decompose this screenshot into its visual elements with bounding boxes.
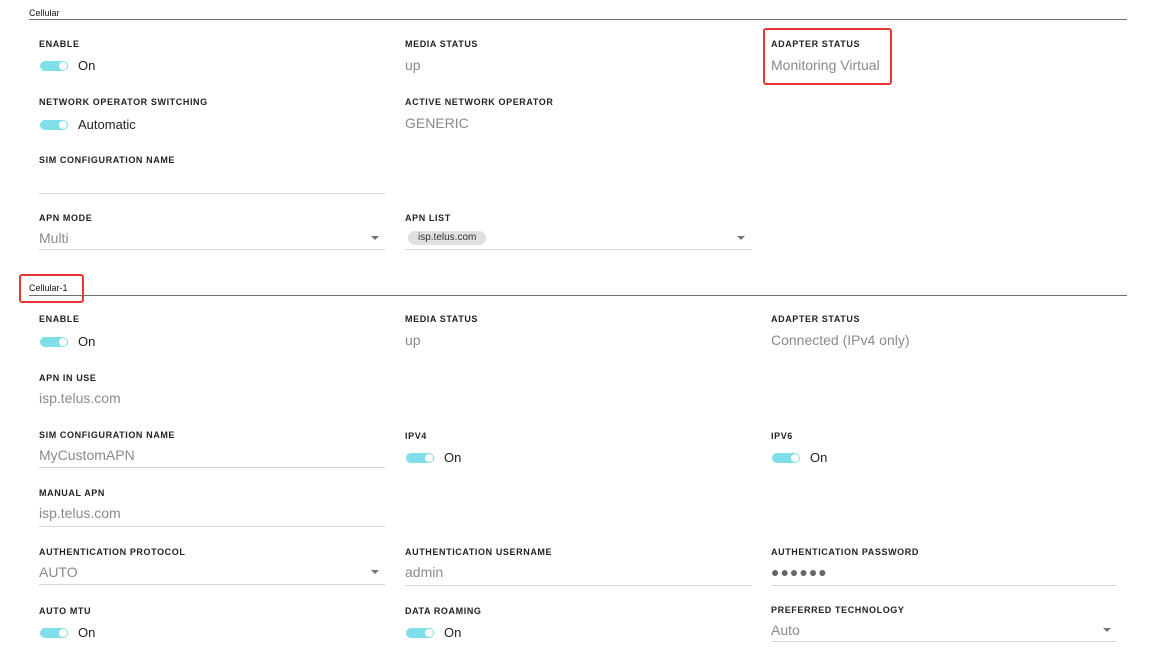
sim-configuration-name-label: SIM CONFIGURATION NAME [39, 430, 176, 440]
adapter-status-value: Monitoring Virtual [771, 57, 880, 73]
authentication-password-input[interactable]: ●●●●●● [771, 564, 1117, 584]
ipv6-toggle[interactable] [772, 453, 800, 463]
chevron-down-icon[interactable] [1103, 628, 1111, 632]
ipv4-toggle[interactable] [406, 453, 434, 463]
enable-state: On [78, 58, 96, 73]
section-divider [29, 19, 1127, 20]
auto-mtu-toggle[interactable] [40, 628, 68, 638]
network-operator-switching-label: NETWORK OPERATOR SWITCHING [39, 97, 208, 107]
section-title-cellular: Cellular [29, 8, 60, 18]
authentication-username-underline [405, 585, 751, 586]
enable-state: On [78, 334, 96, 349]
toggle-knob [59, 121, 67, 129]
manual-apn-underline [39, 526, 385, 527]
enable-label: ENABLE [39, 314, 80, 324]
section-divider [29, 295, 1127, 296]
authentication-username-label: AUTHENTICATION USERNAME [405, 547, 553, 557]
chevron-down-icon[interactable] [737, 236, 745, 240]
authentication-password-underline [771, 585, 1117, 586]
apn-mode-underline [39, 249, 385, 250]
adapter-status-label: ADAPTER STATUS [771, 39, 861, 49]
ipv6-state: On [810, 450, 828, 465]
data-roaming-state: On [444, 625, 462, 640]
media-status-value: up [405, 332, 421, 348]
sim-configuration-name-underline [39, 193, 385, 194]
media-status-label: MEDIA STATUS [405, 314, 479, 324]
chevron-down-icon[interactable] [371, 570, 379, 574]
apn-mode-label: APN MODE [39, 213, 93, 223]
apn-in-use-value: isp.telus.com [39, 390, 121, 406]
authentication-password-label: AUTHENTICATION PASSWORD [771, 547, 919, 557]
active-network-operator-value: GENERIC [405, 115, 469, 131]
sim-configuration-name-underline [39, 467, 385, 468]
ipv4-label: IPV4 [405, 431, 427, 441]
adapter-status-value: Connected (IPv4 only) [771, 332, 910, 348]
active-network-operator-label: ACTIVE NETWORK OPERATOR [405, 97, 554, 107]
data-roaming-toggle[interactable] [406, 628, 434, 638]
toggle-knob [59, 62, 67, 70]
preferred-technology-label: PREFERRED TECHNOLOGY [771, 605, 905, 615]
toggle-knob [425, 454, 433, 462]
data-roaming-label: DATA ROAMING [405, 606, 482, 616]
authentication-username-input[interactable]: admin [405, 564, 751, 584]
enable-label: ENABLE [39, 39, 80, 49]
apn-mode-select[interactable]: Multi [39, 230, 385, 250]
apn-in-use-label: APN IN USE [39, 373, 97, 383]
sim-configuration-name-label: SIM CONFIGURATION NAME [39, 155, 176, 165]
ipv6-label: IPV6 [771, 431, 793, 441]
toggle-knob [791, 454, 799, 462]
enable-toggle[interactable] [40, 61, 68, 71]
authentication-protocol-underline [39, 584, 385, 585]
preferred-technology-underline [771, 641, 1117, 642]
toggle-knob [59, 338, 67, 346]
network-operator-switching-toggle[interactable] [40, 120, 68, 130]
apn-list-label: APN LIST [405, 213, 451, 223]
sim-configuration-name-input[interactable] [39, 172, 385, 192]
media-status-value: up [405, 57, 421, 73]
sim-configuration-name-input[interactable]: MyCustomAPN [39, 447, 385, 467]
toggle-knob [425, 629, 433, 637]
enable-toggle[interactable] [40, 337, 68, 347]
auto-mtu-state: On [78, 625, 96, 640]
chevron-down-icon[interactable] [371, 236, 379, 240]
toggle-knob [59, 629, 67, 637]
network-operator-switching-state: Automatic [78, 117, 136, 132]
authentication-protocol-select[interactable]: AUTO [39, 564, 385, 584]
section-title-cellular-1: Cellular-1 [29, 283, 68, 293]
media-status-label: MEDIA STATUS [405, 39, 479, 49]
manual-apn-label: MANUAL APN [39, 488, 105, 498]
adapter-status-label: ADAPTER STATUS [771, 314, 861, 324]
auto-mtu-label: AUTO MTU [39, 606, 92, 616]
ipv4-state: On [444, 450, 462, 465]
preferred-technology-select[interactable]: Auto [771, 622, 1117, 642]
apn-list-underline [405, 249, 751, 250]
manual-apn-input[interactable]: isp.telus.com [39, 505, 385, 525]
authentication-protocol-label: AUTHENTICATION PROTOCOL [39, 547, 186, 557]
apn-list-chip[interactable]: isp.telus.com [408, 231, 487, 245]
